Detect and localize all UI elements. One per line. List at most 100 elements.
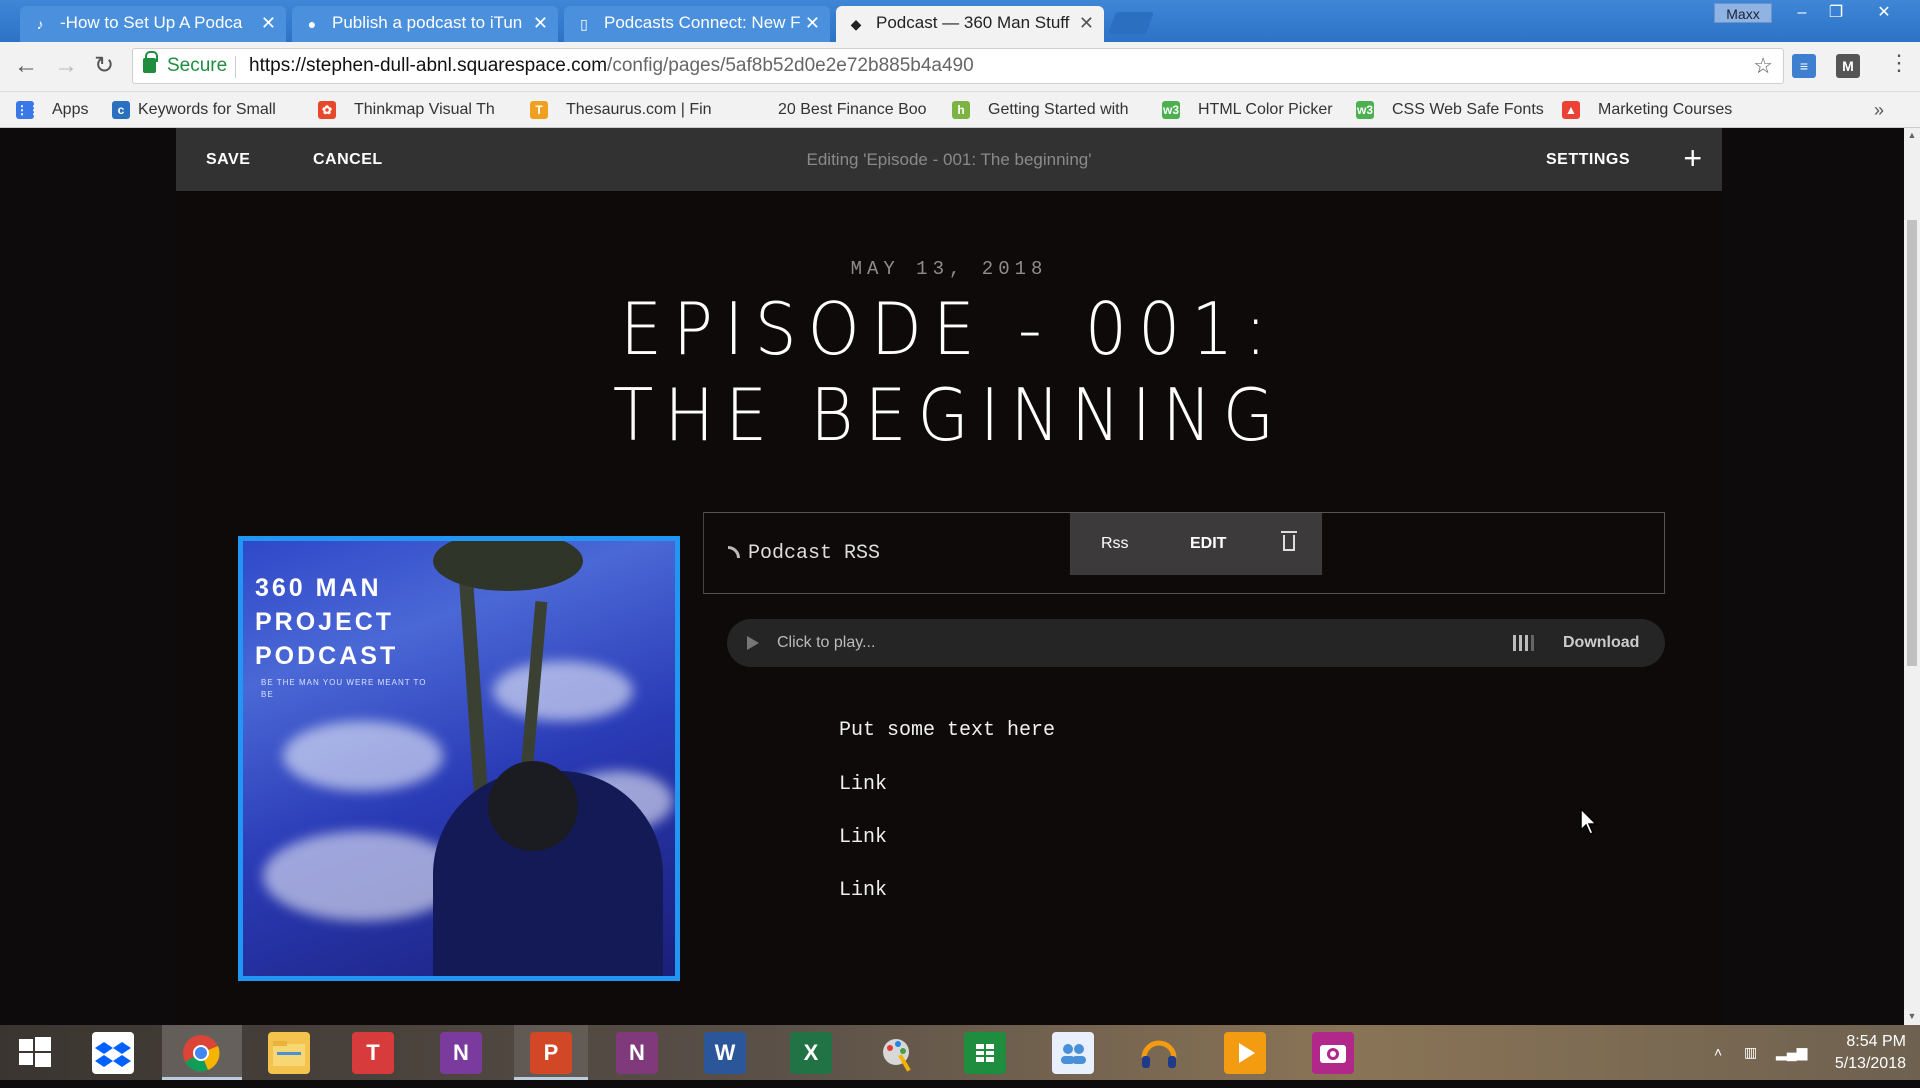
podcast-cover-image[interactable]: 360 MAN PROJECT PODCAST BE THE MAN YOU W… <box>238 536 680 981</box>
post-title[interactable]: EPISODE - 001: THE BEGINNING <box>238 286 1660 458</box>
chrome-menu-icon[interactable]: ⋮ <box>1888 50 1910 76</box>
url-host: https://stephen-dull-abnl.squarespace.co… <box>249 55 608 76</box>
word-icon[interactable]: W <box>704 1032 746 1074</box>
camera-icon[interactable] <box>1312 1032 1354 1074</box>
marketing-icon: ▲ <box>1562 101 1580 119</box>
bookmark-marketing[interactable]: ▲ Marketing Courses <box>1562 92 1732 128</box>
bookmark-label: Getting Started with <box>988 101 1129 118</box>
close-tab-icon[interactable]: ✕ <box>533 6 548 40</box>
chrome-icon[interactable] <box>180 1032 222 1074</box>
body-link-3[interactable]: Link <box>839 879 887 902</box>
bookmark-apps[interactable]: ⋮⋮ Apps <box>16 92 88 128</box>
media-player-icon[interactable] <box>1224 1032 1266 1074</box>
dropbox-icon[interactable] <box>92 1032 134 1074</box>
scroll-down-arrow-icon[interactable]: ▼ <box>1904 1011 1920 1021</box>
squarespace-favicon-icon: ◆ <box>850 16 862 32</box>
restore-icon[interactable]: ❐ <box>1820 2 1852 24</box>
bookmark-label: Marketing Courses <box>1598 101 1733 118</box>
bookmark-finance[interactable]: 20 Best Finance Boo <box>752 92 927 128</box>
close-tab-icon[interactable]: ✕ <box>805 6 820 40</box>
powerpoint-icon[interactable]: P <box>530 1032 572 1074</box>
save-button[interactable]: SAVE <box>206 128 250 191</box>
close-tab-icon[interactable]: ✕ <box>261 6 276 40</box>
download-link[interactable]: Download <box>1563 619 1639 667</box>
back-arrow-icon[interactable]: ← <box>10 50 42 82</box>
browser-tab-4-active[interactable]: ◆ Podcast — 360 Man Stuff ✕ <box>836 6 1104 42</box>
volume-bars-icon[interactable] <box>1513 635 1547 651</box>
page-scrollbar[interactable]: ▲ ▼ <box>1904 128 1920 1025</box>
add-block-plus-icon[interactable]: + <box>1683 128 1702 188</box>
extension-icon[interactable]: ≡ <box>1792 54 1816 78</box>
bookmarks-bar: ⋮⋮ Apps c Keywords for Small ✿ Thinkmap Vis… <box>0 92 1920 128</box>
secure-label: Secure <box>167 55 228 76</box>
bookmark-thesaurus[interactable]: T Thesaurus.com | Fin <box>530 92 712 128</box>
block-toolbar: Rss EDIT <box>1070 513 1322 575</box>
network-device-icon[interactable]: ▥ <box>1744 1025 1757 1080</box>
bookmark-keywords[interactable]: c Keywords for Small <box>112 92 276 128</box>
reload-icon[interactable]: ↻ <box>88 50 120 82</box>
cover-subtitle: BE THE MAN YOU WERE MEANT TO BE <box>261 678 427 699</box>
page-favicon-icon: ♪ <box>36 16 44 32</box>
excel-icon[interactable]: X <box>790 1032 832 1074</box>
browser-tab-3[interactable]: ▯ Podcasts Connect: New F ✕ <box>564 6 830 42</box>
apps-grid-icon: ⋮⋮ <box>16 101 40 119</box>
post-content-area: MAY 13, 2018 EPISODE - 001: THE BEGINNIN… <box>176 191 1722 1025</box>
sheets-icon[interactable] <box>964 1032 1006 1074</box>
bookmark-label: Keywords for Small <box>138 101 276 118</box>
bookmarks-overflow-icon[interactable]: » <box>1874 92 1884 128</box>
bookmark-star-icon[interactable]: ☆ <box>1753 49 1773 83</box>
window-user-badge[interactable]: Maxx <box>1714 3 1772 23</box>
body-text-paragraph[interactable]: Put some text here <box>839 719 1055 742</box>
settings-button[interactable]: SETTINGS <box>1546 128 1630 191</box>
windows-start-icon[interactable] <box>14 1032 56 1074</box>
address-bar[interactable]: Secure https://stephen-dull-abnl.squares… <box>132 48 1784 84</box>
thinkmap-icon: ✿ <box>318 101 336 119</box>
tray-overflow-icon[interactable]: ˄ <box>1714 1025 1722 1080</box>
scroll-up-arrow-icon[interactable]: ▲ <box>1904 130 1920 140</box>
typora-icon[interactable]: T <box>352 1032 394 1074</box>
system-clock[interactable]: 8:54 PM 5/13/2018 <box>1806 1031 1906 1075</box>
block-rss-button[interactable]: Rss <box>1101 513 1129 575</box>
podcast-rss-block[interactable]: Podcast RSS Rss EDIT <box>703 512 1665 594</box>
onenote-2-icon[interactable]: N <box>616 1032 658 1074</box>
finance-icon <box>752 101 770 119</box>
apple-favicon-icon: ● <box>307 16 317 32</box>
minimize-icon[interactable]: – <box>1786 2 1818 24</box>
bookmark-html-color-picker[interactable]: w3 HTML Color Picker <box>1162 92 1333 128</box>
close-window-icon[interactable]: ✕ <box>1868 2 1900 24</box>
body-link-2[interactable]: Link <box>839 826 887 849</box>
bookmark-thinkmap[interactable]: ✿ Thinkmap Visual Th <box>318 92 495 128</box>
audio-player[interactable]: Click to play... Download <box>727 619 1665 667</box>
trash-icon[interactable] <box>1281 531 1297 551</box>
click-to-play-text[interactable]: Click to play... <box>777 619 875 667</box>
new-tab-button[interactable] <box>1107 12 1155 34</box>
close-tab-icon[interactable]: ✕ <box>1079 6 1094 40</box>
signal-bars-icon[interactable]: ▂▄▆ <box>1776 1025 1807 1080</box>
bookmark-css-fonts[interactable]: w3 CSS Web Safe Fonts <box>1356 92 1544 128</box>
editing-title: Editing 'Episode - 001: The beginning' <box>806 150 1092 169</box>
file-explorer-icon[interactable] <box>268 1032 310 1074</box>
rss-feed-icon <box>728 546 740 558</box>
post-date: MAY 13, 2018 <box>850 258 1048 280</box>
post-title-line-1: EPISODE - 001: <box>620 287 1278 371</box>
onenote-icon[interactable]: N <box>440 1032 482 1074</box>
forward-arrow-icon[interactable]: → <box>50 50 82 82</box>
play-icon[interactable] <box>747 636 759 650</box>
bookmark-getting-started[interactable]: h Getting Started with <box>952 92 1129 128</box>
cancel-button[interactable]: CANCEL <box>313 128 383 191</box>
thesaurus-icon: T <box>530 101 548 119</box>
bookmark-label: CSS Web Safe Fonts <box>1392 101 1544 118</box>
block-edit-button[interactable]: EDIT <box>1190 513 1226 575</box>
url-path: /config/pages/5af8b52d0e2e72b885b4a490 <box>607 55 974 76</box>
browser-tab-2[interactable]: ● Publish a podcast to iTun ✕ <box>292 6 558 42</box>
paint-icon[interactable] <box>878 1032 920 1074</box>
contacts-icon[interactable] <box>1052 1032 1094 1074</box>
person-head <box>488 761 578 851</box>
scrollbar-thumb[interactable] <box>1907 220 1917 666</box>
tab-title: Podcast — 360 Man Stuff <box>876 13 1070 32</box>
audible-icon[interactable] <box>1138 1032 1180 1074</box>
body-link-1[interactable]: Link <box>839 773 887 796</box>
bookmark-label: Apps <box>52 101 89 118</box>
extension-m-icon[interactable]: M <box>1836 54 1860 78</box>
browser-tab-1[interactable]: ♪ -How to Set Up A Podca ✕ <box>20 6 286 42</box>
